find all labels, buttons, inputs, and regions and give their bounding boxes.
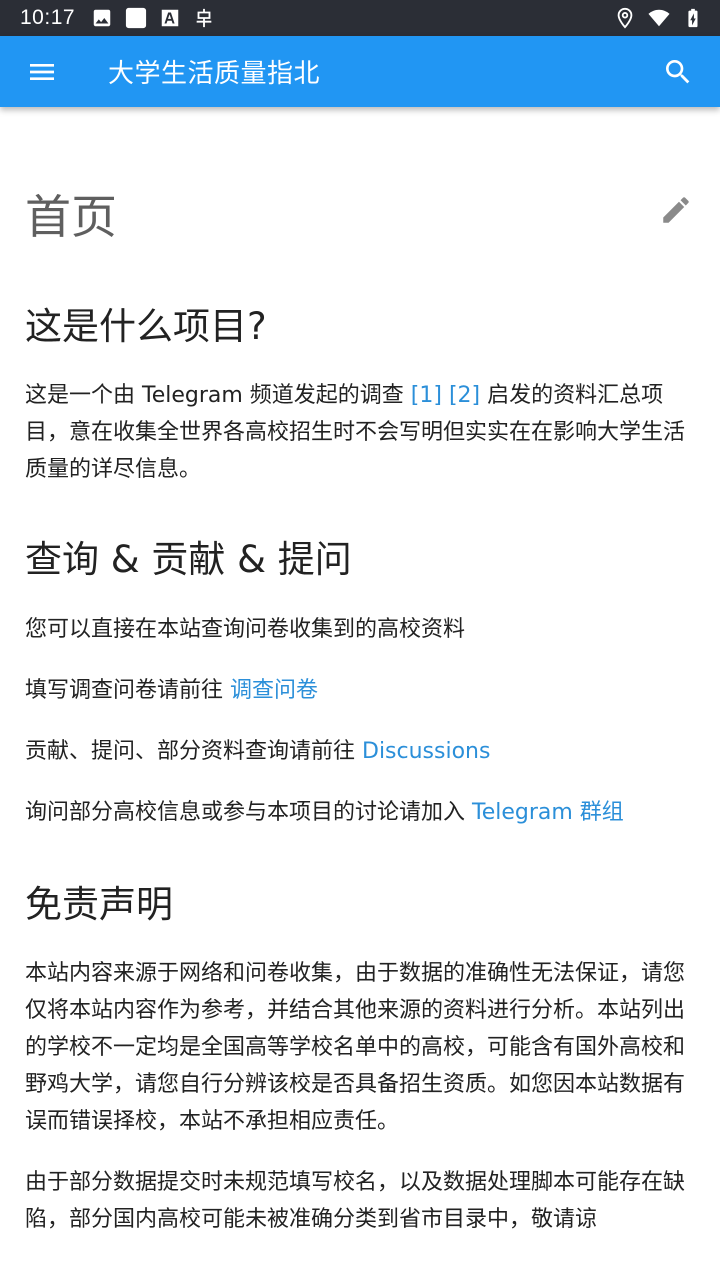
query-paragraph-1: 您可以直接在本站查询问卷收集到的高校资料 bbox=[25, 616, 466, 642]
page-header: 首页 bbox=[25, 107, 695, 275]
section-query: 查询 & 贡献 & 提问 您可以直接在本站查询问卷收集到的高校资料 填写调查问卷… bbox=[25, 538, 695, 830]
discussions-text: 贡献、提问、部分资料查询请前往 bbox=[25, 738, 362, 764]
square-icon bbox=[125, 7, 147, 29]
survey-paragraph: 填写调查问卷请前往 调查问卷 bbox=[25, 672, 695, 709]
discussions-link[interactable]: Discussions bbox=[362, 739, 490, 764]
reference-link-2[interactable]: [2] bbox=[449, 383, 480, 408]
section-heading-query: 查询 & 贡献 & 提问 bbox=[25, 538, 352, 582]
telegram-text: 询问部分高校信息或参与本项目的讨论请加入 bbox=[25, 799, 472, 825]
section-about: 这是什么项目? 这是一个由 Telegram 频道发起的调查 [1] [2] 启… bbox=[25, 305, 695, 488]
section-heading-about: 这是什么项目? bbox=[25, 305, 267, 348]
disclaimer-paragraph-1: 本站内容来源于网络和问卷收集，由于数据的准确性无法保证，请您仅将本站内容作为参考… bbox=[25, 961, 686, 1135]
discussions-paragraph: 贡献、提问、部分资料查询请前往 Discussions bbox=[25, 733, 695, 770]
system-icons bbox=[614, 7, 704, 29]
pencil-icon bbox=[663, 197, 689, 223]
survey-text: 填写调查问卷请前往 bbox=[25, 677, 230, 703]
edit-button[interactable] bbox=[659, 193, 695, 229]
search-icon bbox=[666, 59, 690, 83]
status-time: 10:17 bbox=[20, 6, 76, 29]
search-button[interactable] bbox=[636, 36, 720, 107]
wifi-icon bbox=[648, 7, 670, 29]
status-bar: 10:17 bbox=[0, 0, 720, 36]
app-bar: 大学生活质量指北 bbox=[0, 36, 720, 107]
main-content: 首页 这是什么项目? 这是一个由 Telegram 频道发起的调查 [1] [2… bbox=[0, 107, 720, 1280]
app-title: 大学生活质量指北 bbox=[108, 59, 321, 89]
location-icon bbox=[614, 7, 636, 29]
image-icon bbox=[91, 7, 113, 29]
about-text-before: 这是一个由 Telegram 频道发起的调查 bbox=[25, 383, 411, 409]
battery-charging-icon bbox=[682, 7, 704, 29]
font-icon bbox=[159, 7, 181, 29]
about-paragraph: 这是一个由 Telegram 频道发起的调查 [1] [2] 启发的资料汇总项目… bbox=[25, 377, 695, 488]
bug-icon bbox=[193, 7, 215, 29]
menu-icon bbox=[30, 63, 54, 80]
section-heading-disclaimer: 免责声明 bbox=[25, 882, 173, 926]
telegram-paragraph: 询问部分高校信息或参与本项目的讨论请加入 Telegram 群组 bbox=[25, 794, 695, 831]
menu-button[interactable] bbox=[0, 36, 84, 107]
disclaimer-paragraph-2: 由于部分数据提交时未规范填写校名，以及数据处理脚本可能存在缺陷，部分国内高校可能… bbox=[25, 1170, 686, 1233]
notification-icons bbox=[91, 7, 215, 29]
survey-link[interactable]: 调查问卷 bbox=[230, 678, 318, 703]
section-disclaimer: 免责声明 本站内容来源于网络和问卷收集，由于数据的准确性无法保证，请您仅将本站内… bbox=[25, 883, 695, 1238]
page-title: 首页 bbox=[25, 190, 117, 244]
telegram-group-link[interactable]: Telegram 群组 bbox=[472, 800, 624, 825]
reference-link-1[interactable]: [1] bbox=[411, 383, 442, 408]
